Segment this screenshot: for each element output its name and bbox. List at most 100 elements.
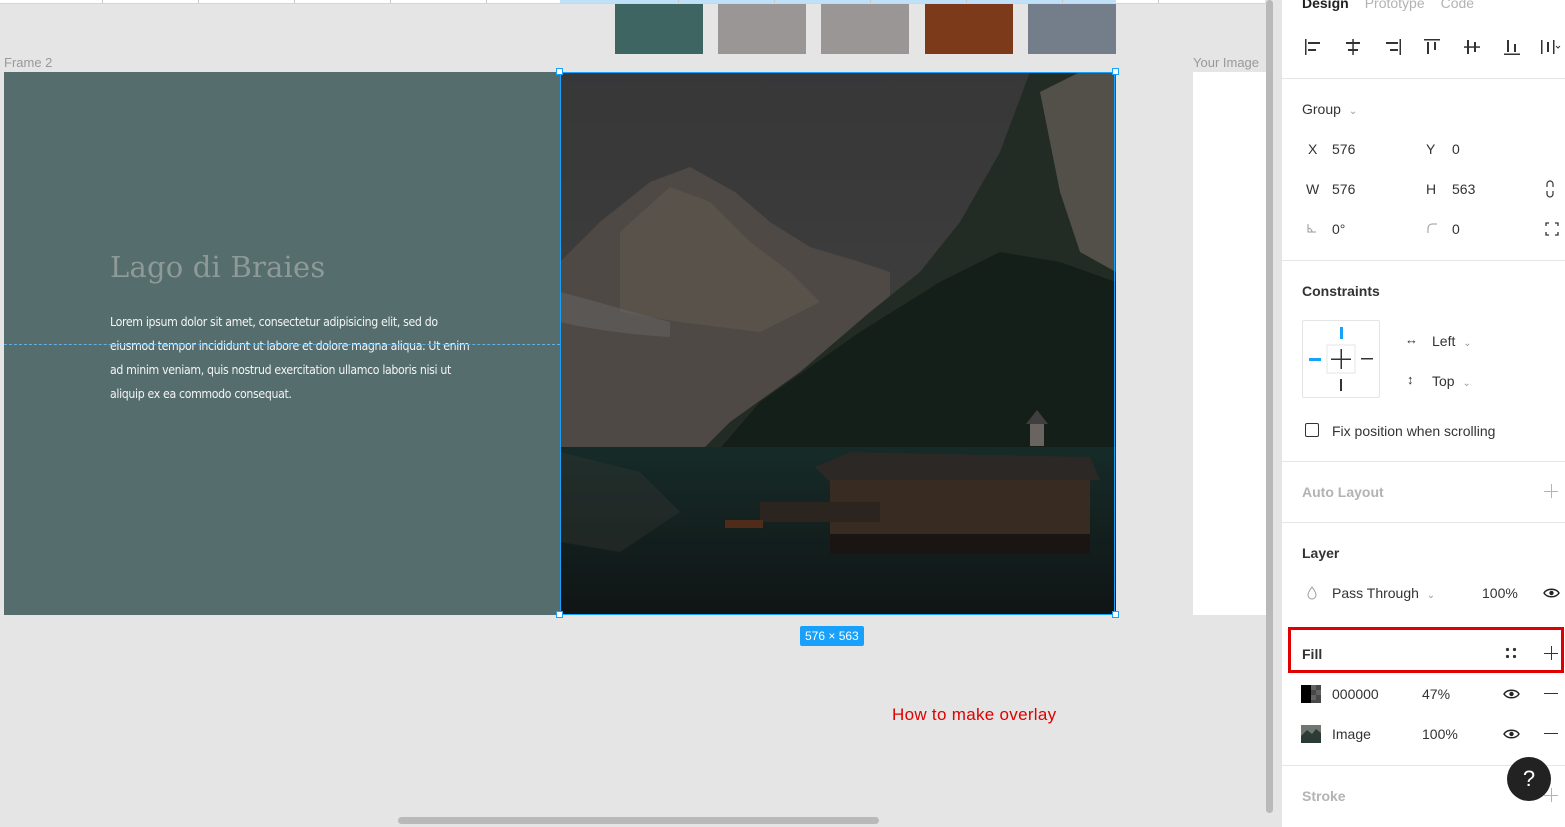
color-swatch[interactable] (718, 4, 806, 54)
x-input[interactable]: 576 (1332, 141, 1355, 157)
chevron-down-icon: ⌄ (1348, 106, 1358, 117)
tab-design[interactable]: Design (1302, 0, 1349, 15)
fill-image-label[interactable]: Image (1332, 726, 1371, 742)
y-label: Y (1426, 141, 1436, 157)
ruler-tick (294, 0, 295, 3)
color-swatch[interactable] (925, 4, 1013, 54)
w-input[interactable]: 576 (1332, 181, 1355, 197)
align-left-icon[interactable] (1302, 36, 1324, 58)
fill-title: Fill (1302, 646, 1323, 662)
divider (1282, 260, 1565, 261)
style-grid-icon[interactable] (1505, 647, 1517, 659)
canvas[interactable]: Frame 2 Your Image Lago di Braies Lorem … (0, 0, 1278, 827)
fix-position-checkbox[interactable] (1305, 423, 1319, 437)
add-fill-icon[interactable] (1544, 646, 1558, 660)
remove-fill-icon[interactable] (1544, 693, 1558, 694)
constrain-proportions-icon[interactable] (1544, 180, 1556, 198)
color-swatch[interactable] (615, 4, 703, 54)
blend-mode-drop-icon (1307, 586, 1317, 600)
align-horizontal-center-icon[interactable] (1342, 36, 1364, 58)
ruler-tick (390, 0, 391, 3)
distribute-icon[interactable] (1539, 36, 1561, 58)
vertical-scrollbar[interactable] (1266, 0, 1273, 813)
horizontal-constraint-dropdown[interactable]: Left ⌄ (1432, 333, 1472, 349)
rotation-icon (1307, 224, 1316, 233)
tab-code[interactable]: Code (1441, 0, 1474, 15)
group-label: Group (1302, 101, 1341, 117)
lake-photo-illustration (560, 72, 1116, 615)
help-button[interactable]: ? (1507, 757, 1551, 801)
fix-position-label: Fix position when scrolling (1332, 423, 1496, 439)
color-swatch[interactable] (1028, 4, 1116, 54)
group-dropdown[interactable]: Group ⌄ (1302, 101, 1357, 117)
ruler-tick (486, 0, 487, 3)
eye-icon[interactable] (1503, 688, 1520, 700)
corner-radius-icon (1427, 223, 1437, 233)
vertical-constraint-value: Top (1432, 373, 1455, 389)
frame-label[interactable]: Frame 2 (4, 55, 52, 70)
fill-highlight-box (1288, 627, 1564, 673)
remove-fill-icon[interactable] (1544, 733, 1558, 734)
resize-handle-bottom-right[interactable] (1112, 611, 1119, 618)
layer-title: Layer (1302, 545, 1340, 561)
ruler-tick (774, 0, 775, 3)
resize-handle-top-right[interactable] (1112, 68, 1119, 75)
image-thumb-icon[interactable] (1301, 725, 1321, 743)
constraints-title: Constraints (1302, 283, 1380, 299)
divider (1282, 78, 1565, 79)
h-label: H (1426, 181, 1437, 197)
blend-mode-value: Pass Through (1332, 585, 1419, 601)
auto-layout-title: Auto Layout (1302, 484, 1384, 500)
stroke-title: Stroke (1302, 788, 1346, 804)
vertical-constraint-dropdown[interactable]: Top ⌄ (1432, 373, 1471, 389)
your-image-frame[interactable] (1193, 72, 1268, 615)
ruler-tick (870, 0, 871, 3)
align-right-icon[interactable] (1382, 36, 1404, 58)
fill-image-opacity[interactable]: 100% (1422, 726, 1458, 742)
chevron-down-icon: ⌄ (1463, 338, 1472, 349)
y-input[interactable]: 0 (1452, 141, 1460, 157)
design-panel: Design Prototype Code Group ⌄ X 576 Y 0 … (1281, 0, 1565, 827)
blend-mode-dropdown[interactable]: Pass Through ⌄ (1332, 585, 1435, 601)
fill-color-value[interactable]: 000000 (1332, 686, 1379, 702)
chevron-down-icon: ⌄ (1462, 378, 1471, 389)
resize-handle-top-left[interactable] (556, 68, 563, 75)
your-image-frame-label[interactable]: Your Image (1193, 55, 1259, 70)
independent-corners-icon[interactable] (1545, 222, 1559, 236)
constraints-widget[interactable] (1302, 320, 1380, 398)
resize-handle-bottom-left[interactable] (556, 611, 563, 618)
constraints-diagram-icon (1309, 327, 1373, 391)
w-label: W (1306, 181, 1320, 197)
horizontal-scrollbar[interactable] (398, 817, 879, 824)
divider (1282, 522, 1565, 523)
hero-title[interactable]: Lago di Braies (110, 250, 325, 284)
ruler-tick (102, 0, 103, 3)
corner-radius-input[interactable]: 0 (1452, 221, 1460, 237)
horizontal-arrows-icon: ↔ (1405, 332, 1418, 347)
dimension-badge: 576 × 563 (800, 626, 864, 646)
hero-body[interactable]: Lorem ipsum dolor sit amet, consectetur … (110, 310, 480, 406)
ruler-tick (966, 0, 967, 3)
eye-icon[interactable] (1543, 587, 1560, 599)
layer-opacity-input[interactable]: 100% (1482, 585, 1518, 601)
add-auto-layout-icon[interactable] (1544, 484, 1558, 498)
ruler-tick (1158, 0, 1159, 3)
lake-photo[interactable] (560, 72, 1116, 615)
ruler-tick (678, 0, 679, 3)
eye-icon[interactable] (1503, 728, 1520, 740)
align-bottom-icon[interactable] (1501, 36, 1523, 58)
align-top-icon[interactable] (1421, 36, 1443, 58)
horizontal-constraint-value: Left (1432, 333, 1456, 349)
black-swatch-icon[interactable] (1301, 685, 1321, 703)
alignment-toolbar (1302, 36, 1562, 60)
h-input[interactable]: 563 (1452, 181, 1475, 197)
divider (1282, 461, 1565, 462)
rotation-input[interactable]: 0° (1332, 221, 1345, 237)
ruler-selection-range (560, 0, 1116, 3)
chevron-down-icon: ⌄ (1426, 590, 1436, 601)
fill-opacity-value[interactable]: 47% (1422, 686, 1450, 702)
align-vertical-center-icon[interactable] (1461, 36, 1483, 58)
vertical-arrows-icon: ↕ (1407, 372, 1414, 387)
tab-prototype[interactable]: Prototype (1365, 0, 1425, 15)
color-swatch[interactable] (821, 4, 909, 54)
